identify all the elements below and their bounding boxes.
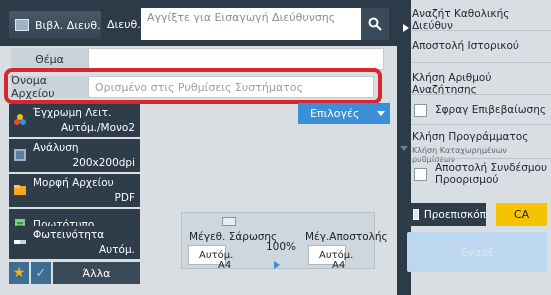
- expand-down-icon[interactable]: [400, 146, 408, 151]
- resolution-icon: [14, 149, 26, 161]
- setting-value: PDF: [114, 192, 135, 204]
- address-book-button[interactable]: Βιβλ. Διευθ.: [9, 11, 101, 39]
- other-button[interactable]: Άλλα: [53, 262, 140, 284]
- address-input[interactable]: Αγγίξτε για Εισαγωγή Διεύθυνσης: [141, 8, 361, 40]
- stamp-checkbox[interactable]: [414, 104, 427, 117]
- setting-exposure[interactable]: Φωτεινότητα Αυτόμ.: [9, 226, 140, 259]
- preview-button[interactable]: Προεπισκόπ: [407, 203, 486, 226]
- confirm-button[interactable]: ✓: [31, 262, 51, 284]
- address-book-label: Βιβλ. Διευθ.: [35, 18, 101, 32]
- setting-label: Μορφή Αρχείου: [33, 177, 114, 189]
- exposure-icon: [14, 240, 26, 244]
- check-icon: ✓: [35, 265, 47, 281]
- right-divider: [412, 62, 551, 63]
- scan-paper-size: A4: [218, 260, 232, 271]
- right-item-search-number[interactable]: Κλήση Αριθμού Αναζήτησης: [412, 72, 551, 96]
- send-link-label: Αποστολή Συνδέσμου Προορισμού: [435, 162, 548, 186]
- destination-label: Διευθ.: [107, 18, 141, 31]
- right-divider: [412, 158, 551, 159]
- right-item-send-link[interactable]: Αποστολή Συνδέσμου Προορισμού: [412, 162, 551, 186]
- scan-size-label: Μέγεθ. Σάρωσης: [189, 231, 278, 243]
- send-size-label: Μέγ.Αποστολής: [305, 231, 388, 243]
- send-paper-size: A4: [332, 260, 346, 271]
- scan-tray-icon: [222, 217, 236, 226]
- right-divider: [412, 124, 551, 125]
- setting-resolution[interactable]: Ανάλυση 200x200dpi: [9, 139, 140, 172]
- setting-label: Ανάλυση: [33, 142, 79, 154]
- options-arrow-icon: [377, 111, 385, 116]
- right-item-send-history[interactable]: Αποστολή Ιστορικού: [412, 40, 551, 52]
- right-item-global-search[interactable]: Αναζήτ Καθολικής Διεύθυν: [412, 8, 551, 32]
- setting-file-format[interactable]: Μορφή Αρχείου PDF: [9, 174, 140, 207]
- file-format-icon: [14, 185, 26, 195]
- setting-label: Έγχρωμη Λειτ.: [33, 107, 112, 119]
- right-divider: [412, 30, 551, 31]
- collapse-arrow-icon[interactable]: [403, 24, 409, 32]
- subject-field[interactable]: [88, 48, 384, 70]
- setting-value: Αυτόμ.: [98, 244, 135, 256]
- start-button[interactable]: Έναρξ: [407, 232, 547, 272]
- address-book-icon: [15, 19, 29, 31]
- right-item-program-recall[interactable]: Κλήση Προγράμματος: [412, 131, 551, 143]
- ratio-label: 100%: [266, 241, 297, 253]
- search-icon: [368, 17, 382, 31]
- right-divider: [412, 94, 551, 95]
- search-button[interactable]: [361, 8, 389, 40]
- favorite-button[interactable]: ★: [9, 262, 29, 284]
- color-mode-icon: [14, 114, 26, 125]
- subject-row: Θέμα: [11, 48, 384, 70]
- right-item-verification-stamp[interactable]: Σφραγ Επιβεβαίωσης: [412, 104, 551, 117]
- setting-value: 200x200dpi: [72, 157, 135, 169]
- setting-color-mode[interactable]: Έγχρωμη Λειτ. Αυτόμ./Μονο2: [9, 104, 140, 137]
- arrow-right-icon: [274, 261, 280, 269]
- subject-label: Θέμα: [11, 48, 88, 70]
- stamp-label: Σφραγ Επιβεβαίωσης: [435, 104, 547, 116]
- filename-highlight-frame: [4, 68, 382, 104]
- send-link-checkbox[interactable]: [414, 168, 427, 181]
- star-icon: ★: [12, 265, 26, 281]
- setting-label: Φωτεινότητα: [33, 229, 105, 241]
- ca-button[interactable]: CA: [496, 203, 547, 226]
- bottom-strip: ★ ✓ Άλλα: [9, 262, 140, 284]
- preview-label: Προεπισκόπ: [423, 208, 486, 221]
- preview-icon: [413, 209, 419, 220]
- scan-size-panel[interactable]: Μέγεθ. Σάρωσης Μέγ.Αποστολής 100% Αυτόμ.…: [181, 212, 388, 271]
- setting-value: Αυτόμ./Μονο2: [60, 122, 135, 134]
